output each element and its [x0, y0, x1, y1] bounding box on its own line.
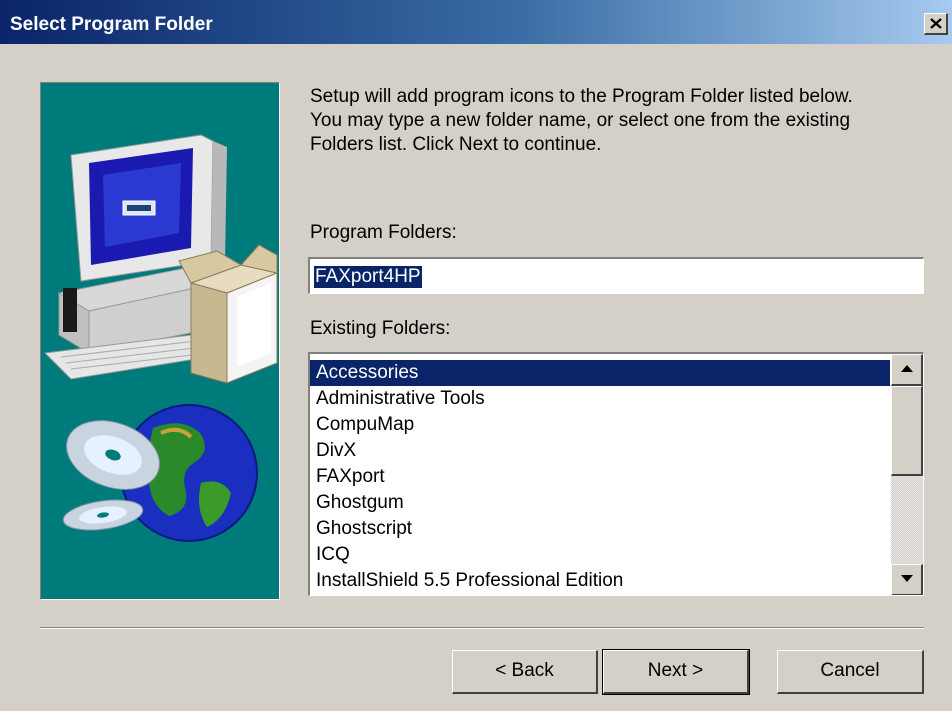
folder-items: Accessories Administrative Tools CompuMap D…: [310, 360, 890, 594]
list-item[interactable]: Administrative Tools: [310, 386, 890, 412]
program-folder-value: FAXport4HP: [314, 266, 422, 288]
existing-folders-list[interactable]: Accessories Administrative Tools CompuMap D…: [308, 352, 924, 596]
list-item[interactable]: ICQ: [310, 542, 890, 568]
arrow-up-icon: [901, 365, 913, 372]
setup-illustration: [40, 82, 280, 600]
program-folder-input[interactable]: FAXport4HP: [308, 257, 924, 294]
list-item[interactable]: InstallShield 5.5 Professional Edition: [310, 568, 890, 594]
close-button[interactable]: [924, 13, 948, 35]
list-item[interactable]: DivX: [310, 438, 890, 464]
setup-dialog: Select Program Folder Setup will add pro…: [0, 0, 952, 711]
next-button[interactable]: Next >: [602, 649, 750, 695]
cancel-button[interactable]: Cancel: [777, 650, 924, 694]
computer-icon: [43, 134, 279, 384]
program-folders-label: Program Folders:: [310, 222, 457, 243]
instructions-text: Setup will add program icons to the Prog…: [310, 86, 853, 155]
list-item[interactable]: FAXport: [310, 464, 890, 490]
separator: [40, 627, 924, 629]
existing-folders-label: Existing Folders:: [310, 318, 451, 339]
list-item[interactable]: CompuMap: [310, 412, 890, 438]
list-item[interactable]: Accessories: [310, 360, 890, 386]
list-scrollbar[interactable]: [891, 354, 923, 595]
arrow-down-icon: [901, 575, 913, 582]
scroll-thumb[interactable]: [891, 386, 923, 476]
scroll-down-button[interactable]: [891, 564, 923, 595]
list-item[interactable]: Ghostscript: [310, 516, 890, 542]
scroll-up-button[interactable]: [891, 354, 923, 386]
title-bar[interactable]: Select Program Folder: [0, 0, 952, 44]
close-icon: [930, 18, 942, 29]
list-item[interactable]: Ghostgum: [310, 490, 890, 516]
window-title: Select Program Folder: [10, 14, 213, 35]
back-button[interactable]: < Back: [452, 650, 598, 694]
